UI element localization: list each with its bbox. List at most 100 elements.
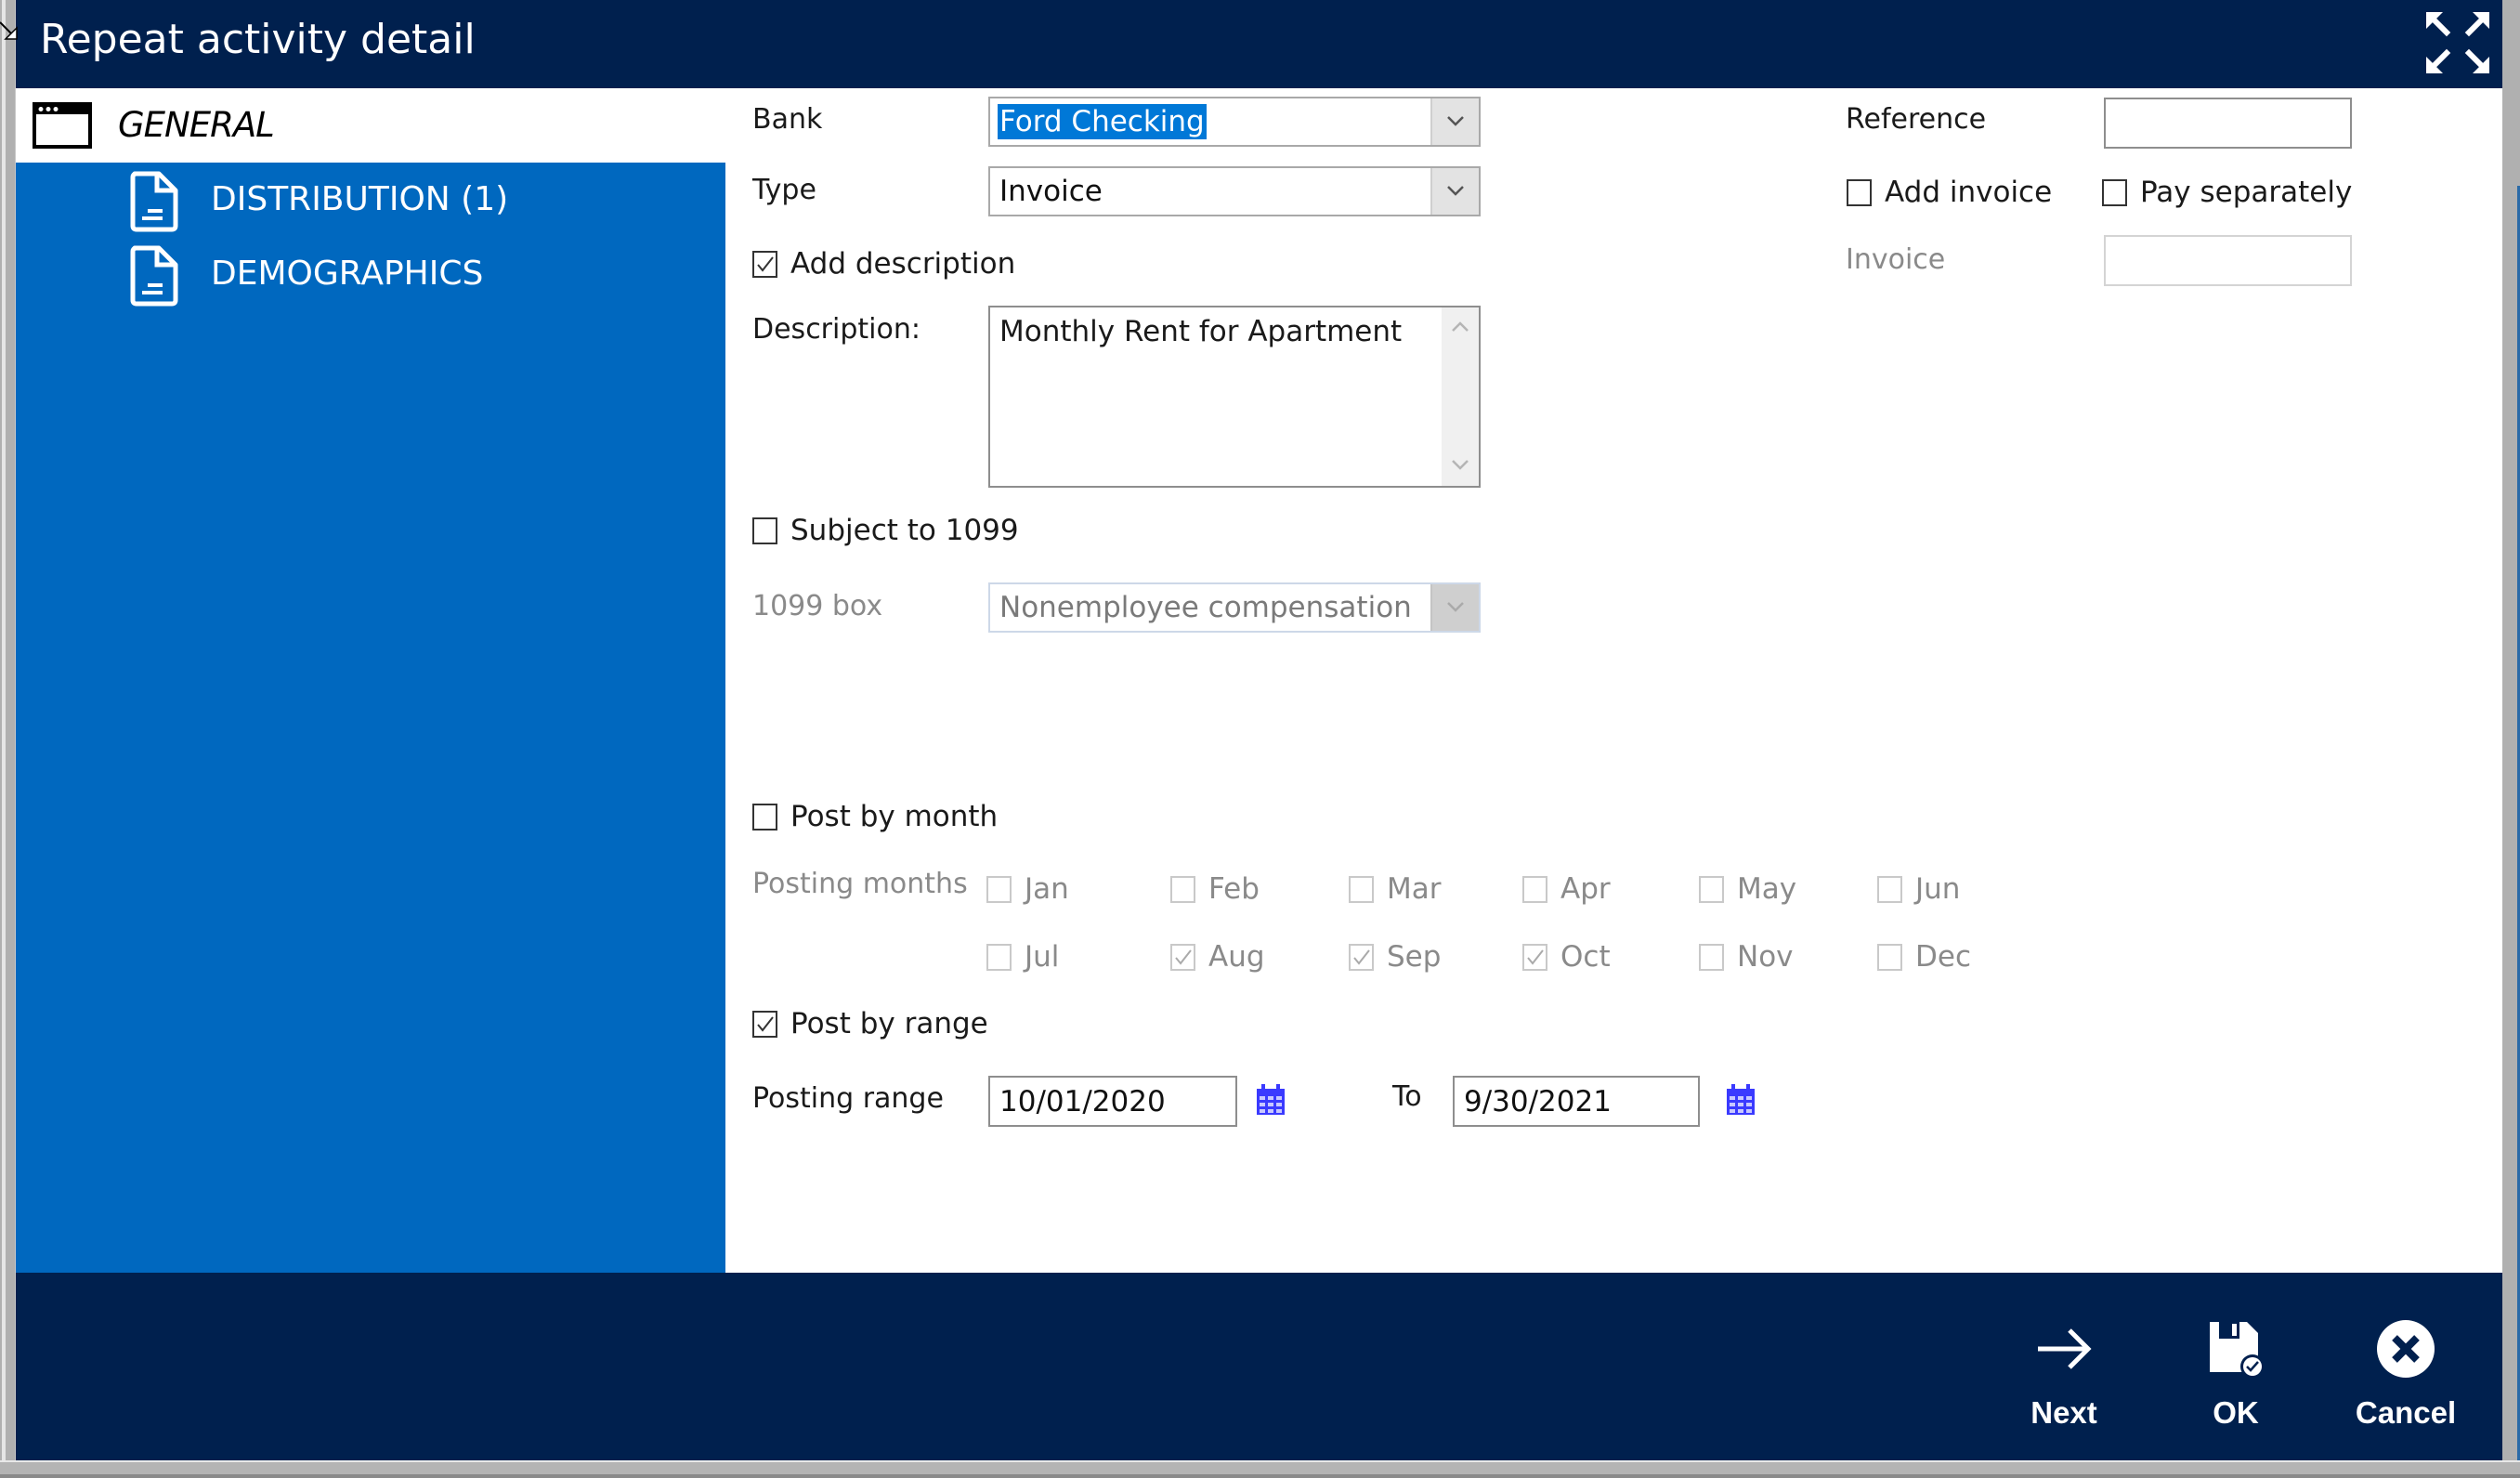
bank-dropdown-button[interactable] (1430, 98, 1479, 145)
month-checkbox-sep[interactable]: Sep (1349, 938, 1441, 975)
description-value: Monthly Rent for Apartment (999, 315, 1403, 348)
post-by-month-label: Post by month (790, 800, 999, 833)
type-value: Invoice (999, 175, 1103, 208)
checkbox-box[interactable] (986, 875, 1012, 903)
sidebar-item-label: GENERAL (118, 105, 275, 145)
box-1099-label: 1099 box (752, 590, 883, 622)
window-title: Repeat activity detail (40, 16, 476, 63)
calendar-icon[interactable] (1725, 1083, 1756, 1117)
month-checkbox-aug[interactable]: Aug (1170, 938, 1265, 975)
subject-to-1099-checkbox[interactable]: Subject to 1099 (752, 512, 1019, 549)
ok-button[interactable]: OK (2166, 1273, 2305, 1460)
checkbox-box[interactable] (1877, 875, 1902, 903)
checkmark-icon (757, 1015, 774, 1032)
type-label: Type (752, 174, 816, 206)
checkbox-box[interactable] (1847, 178, 1872, 206)
add-description-checkbox[interactable]: Add description (752, 245, 1015, 282)
save-check-icon (2206, 1318, 2265, 1380)
checkmark-icon (1175, 948, 1192, 965)
checkbox-box[interactable] (752, 517, 777, 544)
checkbox-box[interactable] (2102, 178, 2127, 206)
document-icon (127, 170, 181, 233)
chevron-down-icon (1447, 116, 1464, 126)
month-checkbox-nov[interactable]: Nov (1699, 938, 1794, 975)
checkbox-box[interactable] (1522, 875, 1547, 903)
checkbox-box[interactable] (1170, 875, 1195, 903)
month-checkbox-may[interactable]: May (1699, 870, 1796, 908)
checkmark-icon (757, 255, 774, 272)
posting-range-from-input[interactable] (988, 1076, 1237, 1127)
scroll-down-icon[interactable] (1450, 458, 1470, 471)
document-icon (127, 244, 181, 307)
checkbox-box[interactable] (1349, 943, 1374, 971)
box-1099-dropdown-button[interactable] (1430, 584, 1479, 631)
description-textarea[interactable]: Monthly Rent for Apartment (988, 306, 1481, 488)
month-checkbox-apr[interactable]: Apr (1522, 870, 1611, 908)
checkbox-box[interactable] (752, 803, 777, 831)
type-dropdown-button[interactable] (1430, 168, 1479, 215)
sidebar-item-label: DISTRIBUTION (1) (211, 180, 509, 218)
month-label: Mar (1387, 872, 1442, 906)
add-invoice-label: Add invoice (1885, 176, 2053, 209)
calendar-icon[interactable] (1255, 1083, 1286, 1117)
sidebar-item-general[interactable]: GENERAL (16, 88, 725, 163)
month-label: May (1737, 872, 1797, 906)
sidebar-item-label: DEMOGRAPHICS (211, 255, 484, 293)
window-icon (33, 102, 92, 149)
reference-label: Reference (1846, 103, 1987, 136)
checkbox-box[interactable] (1877, 943, 1902, 971)
expand-button[interactable] (2422, 9, 2493, 76)
reference-input[interactable] (2104, 98, 2352, 149)
scroll-up-icon[interactable] (1450, 320, 1470, 334)
posting-range-to-input[interactable] (1453, 1076, 1700, 1127)
month-checkbox-dec[interactable]: Dec (1877, 938, 1971, 975)
subject-to-1099-label: Subject to 1099 (790, 514, 1019, 547)
add-invoice-checkbox[interactable]: Add invoice (1847, 174, 2052, 211)
checkbox-box[interactable] (1699, 875, 1724, 903)
month-checkbox-jan[interactable]: Jan (986, 870, 1069, 908)
month-checkbox-jun[interactable]: Jun (1877, 870, 1960, 908)
bank-select[interactable]: Ford Checking (988, 97, 1481, 147)
next-label: Next (2030, 1395, 2097, 1430)
next-button[interactable]: Next (1994, 1273, 2134, 1460)
box-1099-select[interactable]: Nonemployee compensation (988, 582, 1481, 633)
month-label: Jul (1025, 940, 1060, 974)
sidebar-item-demographics[interactable]: DEMOGRAPHICS (16, 237, 725, 311)
general-form: Bank Ford Checking Type Invoice Add desc… (725, 88, 2502, 1273)
month-checkbox-feb[interactable]: Feb (1170, 870, 1260, 908)
window-frame-bottom (0, 1460, 2520, 1478)
box-1099-value: Nonemployee compensation (999, 591, 1412, 624)
bank-label: Bank (752, 103, 823, 136)
pay-separately-checkbox[interactable]: Pay separately (2102, 174, 2352, 211)
chevron-down-icon (1447, 186, 1464, 196)
chevron-down-icon (1447, 602, 1464, 612)
checkbox-box[interactable] (1699, 943, 1724, 971)
checkbox-box[interactable] (1170, 943, 1195, 971)
checkmark-icon (1353, 948, 1370, 965)
checkbox-box[interactable] (986, 943, 1012, 971)
posting-range-label: Posting range (752, 1082, 944, 1115)
window-frame-left (0, 0, 16, 1478)
month-checkbox-mar[interactable]: Mar (1349, 870, 1442, 908)
month-checkbox-jul[interactable]: Jul (986, 938, 1059, 975)
description-scrollbar[interactable] (1442, 307, 1479, 486)
ok-label: OK (2213, 1395, 2259, 1430)
month-label: Oct (1560, 940, 1611, 974)
cancel-button[interactable]: Cancel (2336, 1273, 2475, 1460)
checkbox-box[interactable] (752, 250, 777, 278)
post-by-range-checkbox[interactable]: Post by range (752, 1005, 988, 1042)
month-label: Jun (1915, 872, 1961, 906)
invoice-input[interactable] (2104, 235, 2352, 286)
add-description-label: Add description (790, 247, 1016, 281)
checkbox-box[interactable] (1349, 875, 1374, 903)
post-by-month-checkbox[interactable]: Post by month (752, 798, 998, 835)
month-label: Feb (1208, 872, 1260, 906)
type-select[interactable]: Invoice (988, 166, 1481, 216)
month-checkbox-oct[interactable]: Oct (1522, 938, 1611, 975)
posting-range-to-label: To (1392, 1080, 1422, 1113)
month-label: Nov (1737, 940, 1794, 974)
sidebar-item-distribution[interactable]: DISTRIBUTION (1) (16, 163, 725, 237)
month-label: Aug (1208, 940, 1265, 974)
checkbox-box[interactable] (752, 1010, 777, 1038)
checkbox-box[interactable] (1522, 943, 1547, 971)
